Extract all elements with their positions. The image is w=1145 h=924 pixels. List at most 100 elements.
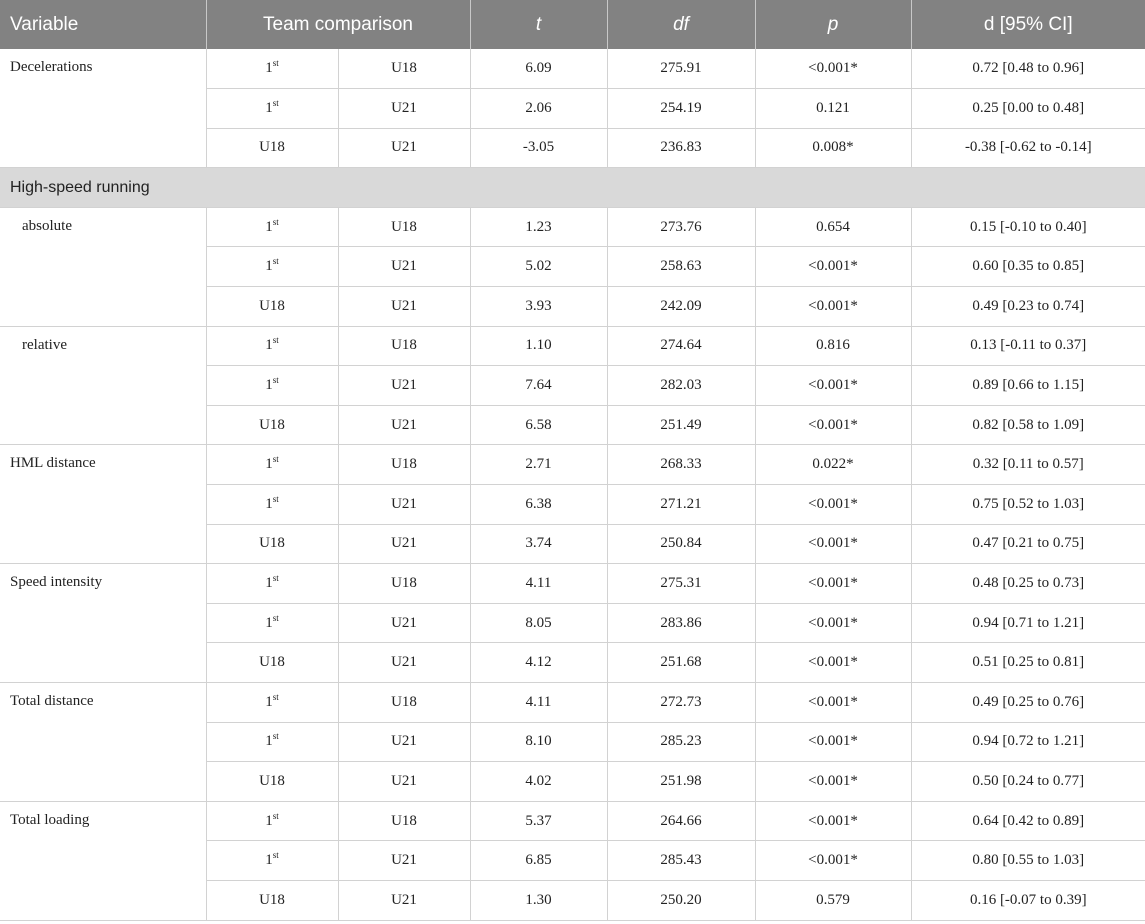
team-a-cell: 1st (206, 444, 339, 486)
t-cell: 3.93 (470, 286, 608, 327)
p-cell: 0.022* (755, 444, 912, 486)
team-b-cell: U21 (338, 286, 471, 327)
results-table: Variable Team comparison t df p d [95% C… (0, 0, 1145, 921)
team-b-cell: U21 (338, 880, 471, 921)
df-cell: 254.19 (607, 88, 756, 129)
t-cell: 1.23 (470, 207, 608, 248)
table-row: relative 1st U18 1.10 274.64 0.816 0.13 … (0, 326, 1145, 446)
df-cell: 272.73 (607, 682, 756, 723)
team-b-cell: U18 (338, 801, 471, 842)
team-b-cell: U18 (338, 49, 471, 90)
p-cell: <0.001* (755, 246, 912, 288)
d-cell: 0.13 [-0.11 to 0.37] (911, 326, 1145, 367)
df-cell: 236.83 (607, 128, 756, 169)
variable-label: relative (0, 326, 207, 446)
team-a-cell: 1st (206, 246, 339, 288)
team-b-cell: U21 (338, 365, 471, 406)
team-a-cell: 1st (206, 801, 339, 842)
p-cell: <0.001* (755, 563, 912, 604)
df-cell: 251.49 (607, 405, 756, 446)
df-cell: 285.43 (607, 840, 756, 881)
p-cell: 0.816 (755, 326, 912, 367)
df-cell: 251.98 (607, 761, 756, 802)
t-cell: 1.30 (470, 880, 608, 921)
p-cell: <0.001* (755, 801, 912, 842)
p-cell: 0.579 (755, 880, 912, 921)
variable-label: HML distance (0, 444, 207, 565)
team-a-cell: U18 (206, 128, 339, 169)
d-cell: 0.75 [0.52 to 1.03] (911, 484, 1145, 525)
t-cell: 4.12 (470, 642, 608, 683)
df-cell: 271.21 (607, 484, 756, 525)
p-cell: 0.654 (755, 207, 912, 248)
p-cell: <0.001* (755, 484, 912, 525)
d-cell: 0.89 [0.66 to 1.15] (911, 365, 1145, 406)
t-cell: 4.02 (470, 761, 608, 802)
df-cell: 264.66 (607, 801, 756, 842)
t-cell: 6.09 (470, 49, 608, 90)
t-cell: -3.05 (470, 128, 608, 169)
team-a-cell: 1st (206, 365, 339, 406)
df-cell: 275.91 (607, 49, 756, 90)
d-cell: 0.47 [0.21 to 0.75] (911, 524, 1145, 565)
p-cell: 0.121 (755, 88, 912, 129)
variable-label: absolute (0, 207, 207, 327)
t-cell: 6.38 (470, 484, 608, 525)
team-b-cell: U21 (338, 128, 471, 169)
team-a-cell: U18 (206, 524, 339, 565)
df-cell: 285.23 (607, 722, 756, 763)
header-variable: Variable (0, 0, 207, 49)
team-b-cell: U21 (338, 405, 471, 446)
p-cell: <0.001* (755, 682, 912, 723)
d-cell: 0.82 [0.58 to 1.09] (911, 405, 1145, 446)
team-b-cell: U21 (338, 484, 471, 525)
d-cell: 0.72 [0.48 to 0.96] (911, 49, 1145, 90)
team-b-cell: U21 (338, 88, 471, 129)
d-cell: 0.64 [0.42 to 0.89] (911, 801, 1145, 842)
table-row: HML distance 1st U18 2.71 268.33 0.022* … (0, 444, 1145, 565)
p-cell: <0.001* (755, 405, 912, 446)
p-cell: <0.001* (755, 286, 912, 327)
team-a-cell: U18 (206, 761, 339, 802)
d-cell: 0.51 [0.25 to 0.81] (911, 642, 1145, 683)
d-cell: 0.15 [-0.10 to 0.40] (911, 207, 1145, 248)
d-cell: 0.50 [0.24 to 0.77] (911, 761, 1145, 802)
p-cell: <0.001* (755, 603, 912, 644)
team-a-cell: U18 (206, 642, 339, 683)
team-a-cell: U18 (206, 405, 339, 446)
p-cell: <0.001* (755, 761, 912, 802)
team-b-cell: U18 (338, 682, 471, 723)
p-cell: <0.001* (755, 365, 912, 406)
df-cell: 274.64 (607, 326, 756, 367)
df-cell: 273.76 (607, 207, 756, 248)
d-cell: 0.16 [-0.07 to 0.39] (911, 880, 1145, 921)
section-row: High-speed running (0, 167, 1145, 208)
p-cell: <0.001* (755, 49, 912, 90)
team-a-cell: 1st (206, 88, 339, 129)
t-cell: 5.37 (470, 801, 608, 842)
t-cell: 5.02 (470, 246, 608, 288)
p-cell: 0.008* (755, 128, 912, 169)
table-row: absolute 1st U18 1.23 273.76 0.654 0.15 … (0, 207, 1145, 327)
team-b-cell: U18 (338, 326, 471, 367)
t-cell: 1.10 (470, 326, 608, 367)
team-b-cell: U21 (338, 642, 471, 683)
team-b-cell: U18 (338, 563, 471, 604)
p-cell: <0.001* (755, 840, 912, 881)
team-b-cell: U21 (338, 524, 471, 565)
team-b-cell: U18 (338, 207, 471, 248)
p-cell: <0.001* (755, 722, 912, 763)
p-cell: <0.001* (755, 642, 912, 683)
team-a-cell: 1st (206, 563, 339, 604)
team-a-cell: 1st (206, 326, 339, 367)
d-cell: 0.48 [0.25 to 0.73] (911, 563, 1145, 604)
df-cell: 275.31 (607, 563, 756, 604)
p-cell: <0.001* (755, 524, 912, 565)
team-b-cell: U21 (338, 840, 471, 881)
df-cell: 242.09 (607, 286, 756, 327)
header-team-comparison: Team comparison (206, 0, 471, 49)
t-cell: 8.05 (470, 603, 608, 644)
t-cell: 2.06 (470, 88, 608, 129)
team-a-cell: U18 (206, 880, 339, 921)
team-b-cell: U21 (338, 761, 471, 802)
